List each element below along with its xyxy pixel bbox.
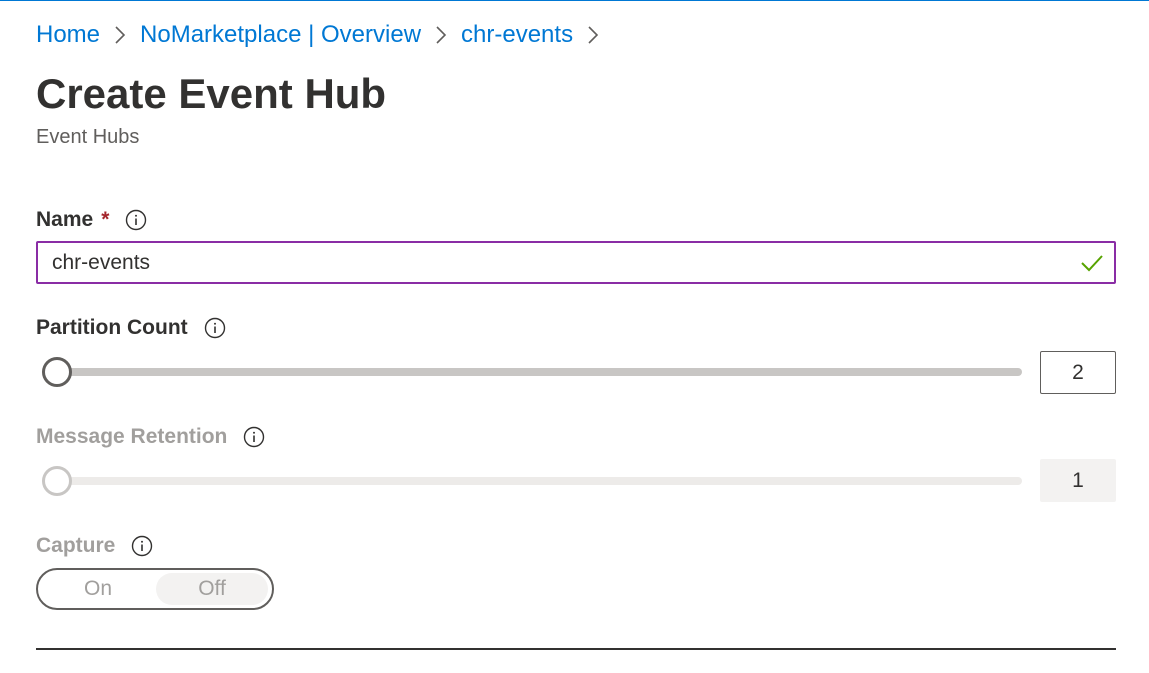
breadcrumb-namespace-link[interactable]: chr-events — [461, 20, 573, 50]
slider-thumb — [42, 466, 72, 496]
info-icon[interactable] — [243, 426, 265, 448]
partition-count-value-box[interactable]: 2 — [1040, 351, 1116, 394]
checkmark-icon — [1080, 251, 1104, 275]
name-input[interactable] — [38, 243, 1114, 282]
chevron-right-icon — [100, 20, 140, 50]
message-retention-value-box: 1 — [1040, 459, 1116, 502]
breadcrumb-home-link[interactable]: Home — [36, 20, 100, 50]
breadcrumb-overview-link[interactable]: NoMarketplace | Overview — [140, 20, 421, 50]
breadcrumb: Home NoMarketplace | Overview chr-events — [36, 20, 613, 50]
top-accent-line — [0, 0, 1149, 1]
capture-on-option: On — [83, 577, 112, 600]
info-icon[interactable] — [131, 535, 153, 557]
message-retention-slider — [42, 466, 1022, 496]
chevron-right-icon — [421, 20, 461, 50]
capture-label-text: Capture — [36, 534, 116, 557]
slider-track — [42, 368, 1022, 376]
slider-track — [42, 477, 1022, 485]
create-event-hub-page: Home NoMarketplace | Overview chr-events… — [0, 0, 1149, 673]
info-icon[interactable] — [125, 209, 147, 231]
name-label: Name * — [36, 207, 147, 233]
name-label-text: Name — [36, 208, 94, 231]
section-divider — [36, 648, 1116, 650]
partition-count-slider[interactable] — [42, 357, 1022, 387]
info-icon[interactable] — [204, 317, 226, 339]
chevron-right-icon — [573, 20, 613, 50]
partition-count-label-text: Partition Count — [36, 316, 188, 339]
name-field — [36, 241, 1116, 284]
capture-off-option: Off — [156, 573, 268, 605]
partition-count-label: Partition Count — [36, 315, 226, 341]
required-marker: * — [101, 208, 110, 231]
slider-thumb[interactable] — [42, 357, 72, 387]
capture-label: Capture — [36, 533, 153, 559]
page-subtitle: Event Hubs — [36, 126, 140, 148]
capture-toggle: On Off — [36, 568, 274, 610]
message-retention-label-text: Message Retention — [36, 425, 228, 448]
message-retention-label: Message Retention — [36, 424, 265, 450]
page-title: Create Event Hub — [36, 70, 387, 117]
